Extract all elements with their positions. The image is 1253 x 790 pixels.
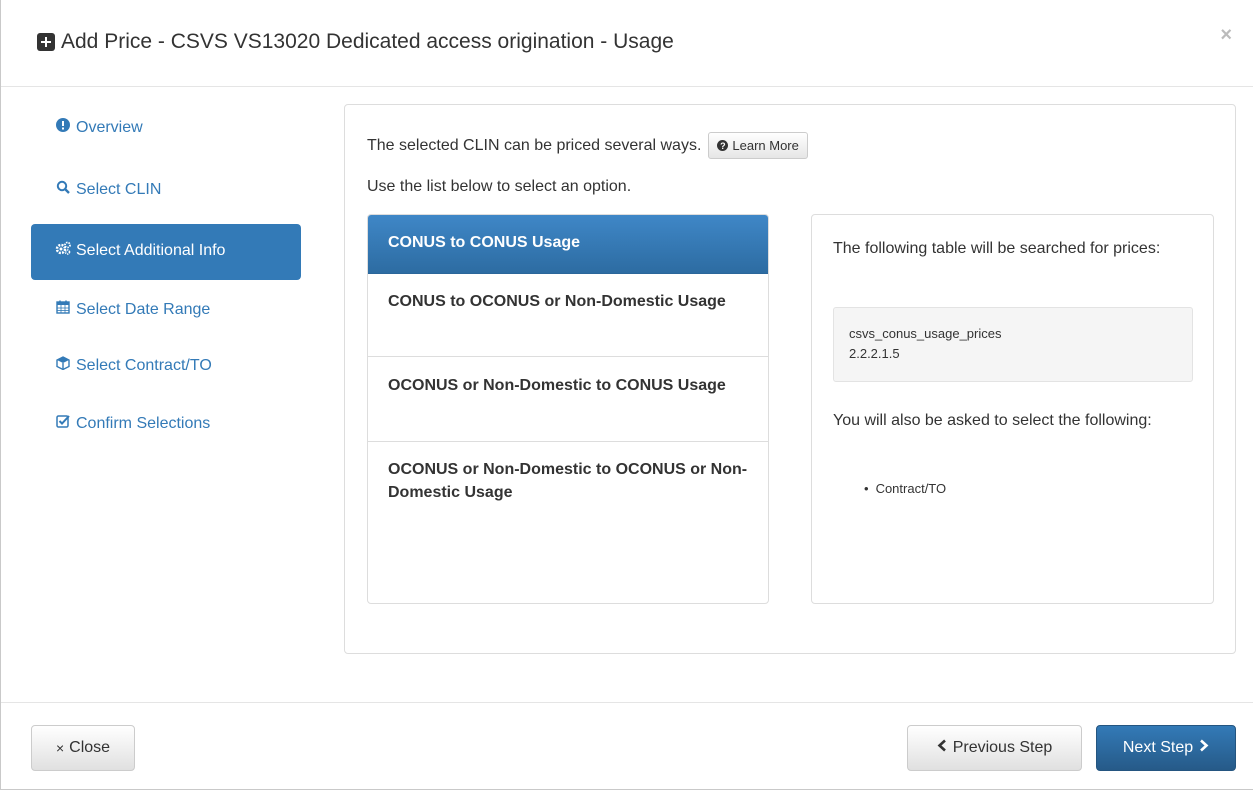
calendar-icon <box>55 300 71 320</box>
step-label: Select Contract/TO <box>76 357 212 374</box>
step-label: Select Additional Info <box>76 242 226 259</box>
step-content-panel: The selected CLIN can be priced several … <box>344 104 1236 654</box>
modal-header: Add Price - CSVS VS13020 Dedicated acces… <box>1 0 1253 87</box>
step-select-contract-to[interactable]: Select Contract/TO <box>31 342 301 398</box>
chevron-left-icon <box>937 739 947 757</box>
pricing-options-list: CONUS to CONUS Usage CONUS to OCONUS or … <box>367 214 769 604</box>
cube-icon <box>55 356 71 376</box>
modal-footer: × Close Previous Step Next Step <box>1 702 1253 790</box>
price-table-version: 2.2.2.1.5 <box>849 346 900 361</box>
step-label: Select Date Range <box>76 301 211 318</box>
step-select-date-range[interactable]: Select Date Range <box>31 282 301 340</box>
intro-line-1: The selected CLIN can be priced several … <box>367 132 808 159</box>
list-item: Contract/TO <box>864 481 947 496</box>
wizard-steps-nav: Overview Select CLIN Select Additional I… <box>31 104 301 458</box>
price-table-well: csvs_conus_usage_prices 2.2.2.1.5 <box>833 307 1193 382</box>
close-button[interactable]: × Close <box>31 725 135 771</box>
option-conus-to-oconus[interactable]: CONUS to OCONUS or Non-Domestic Usage <box>368 274 768 357</box>
previous-step-label: Previous Step <box>952 739 1053 756</box>
option-conus-to-conus[interactable]: CONUS to CONUS Usage <box>368 215 768 274</box>
step-select-clin[interactable]: Select CLIN <box>31 162 301 222</box>
info-followup: You will also be asked to select the fol… <box>833 412 1152 429</box>
price-table-name: csvs_conus_usage_prices <box>849 326 1002 341</box>
info-description: The following table will be searched for… <box>833 240 1161 257</box>
step-select-additional-info[interactable]: Select Additional Info <box>31 224 301 280</box>
modal-title: Add Price - CSVS VS13020 Dedicated acces… <box>37 30 674 54</box>
search-icon <box>55 180 71 200</box>
check-square-icon <box>55 414 71 434</box>
exclamation-circle-icon <box>55 118 71 138</box>
cogs-icon <box>55 241 71 261</box>
next-step-label: Next Step <box>1122 739 1194 756</box>
required-selections-list: Contract/TO <box>864 481 947 496</box>
close-button-label: Close <box>69 739 111 756</box>
option-oconus-to-oconus[interactable]: OCONUS or Non-Domestic to OCONUS or Non-… <box>368 442 768 504</box>
close-icon: × <box>55 740 65 756</box>
previous-step-button[interactable]: Previous Step <box>907 725 1082 771</box>
plus-square-icon <box>37 33 55 51</box>
step-label: Confirm Selections <box>76 415 211 432</box>
learn-more-button[interactable]: ? Learn More <box>708 132 808 159</box>
close-icon[interactable]: × <box>1220 24 1232 47</box>
step-label: Overview <box>76 119 143 136</box>
chevron-right-icon <box>1199 739 1209 757</box>
step-label: Select CLIN <box>76 181 162 198</box>
next-step-button[interactable]: Next Step <box>1096 725 1236 771</box>
option-oconus-to-conus[interactable]: OCONUS or Non-Domestic to CONUS Usage <box>368 357 768 442</box>
add-price-modal: Add Price - CSVS VS13020 Dedicated acces… <box>0 0 1253 790</box>
modal-title-text: Add Price - CSVS VS13020 Dedicated acces… <box>61 30 674 53</box>
intro-line-2: Use the list below to select an option. <box>367 178 632 195</box>
learn-more-label: Learn More <box>732 138 799 153</box>
question-circle-icon: ? <box>717 140 729 151</box>
intro-text: The selected CLIN can be priced several … <box>367 136 702 154</box>
step-confirm-selections[interactable]: Confirm Selections <box>31 400 301 456</box>
option-info-panel: The following table will be searched for… <box>811 214 1214 604</box>
step-overview[interactable]: Overview <box>31 104 301 160</box>
